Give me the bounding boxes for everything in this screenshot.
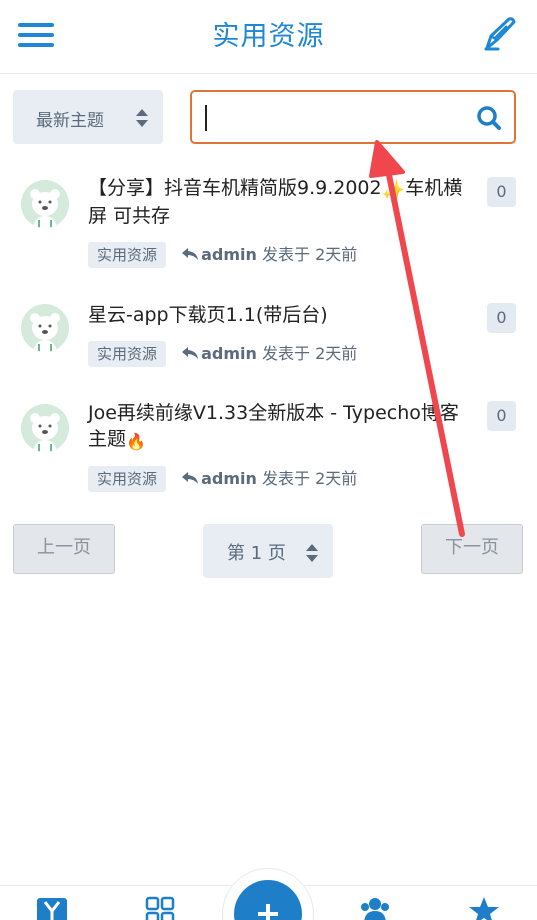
category-tag[interactable]: 实用资源: [88, 341, 167, 367]
post-time: 发表于 2天前: [262, 245, 358, 264]
sort-label: 最新主题: [36, 111, 104, 131]
topic-meta-info: admin 发表于 2天前: [181, 466, 357, 492]
sparkles-icon: ✨: [381, 179, 406, 201]
category-tag[interactable]: 实用资源: [88, 466, 167, 492]
users-icon[interactable]: [359, 896, 391, 920]
reply-count-badge: 0: [487, 401, 516, 431]
app-root: 实用资源 最新主题 【分享】抖音车机精简版9.9.2002✨车机横屏 可共存 0…: [0, 0, 537, 920]
reply-arrow-icon: [182, 347, 199, 359]
fab-container: [222, 868, 314, 920]
prev-page-button[interactable]: 上一页: [13, 524, 115, 574]
reply-count-badge: 0: [487, 303, 516, 333]
next-page-button[interactable]: 下一页: [421, 524, 523, 574]
post-time: 发表于 2天前: [262, 344, 358, 363]
category-tag[interactable]: 实用资源: [88, 242, 167, 268]
topic-meta: 实用资源 admin 发表于 2天前: [88, 242, 357, 268]
fire-icon: 🔥: [126, 432, 146, 451]
plus-icon[interactable]: [234, 880, 302, 920]
reply-arrow-icon: [182, 472, 199, 484]
logo-icon[interactable]: [36, 896, 68, 920]
topic-title[interactable]: Joe再续前缘V1.33全新版本 - Typecho博客主题🔥: [88, 400, 473, 455]
author-link[interactable]: admin: [201, 344, 257, 363]
pen-icon[interactable]: [483, 16, 517, 52]
topic-title[interactable]: 星云-app下载页1.1(带后台): [88, 302, 473, 328]
page-title: 实用资源: [212, 21, 325, 52]
search-box[interactable]: [190, 90, 516, 144]
topic-title[interactable]: 【分享】抖音车机精简版9.9.2002✨车机横屏 可共存: [88, 175, 473, 229]
avatar[interactable]: [21, 304, 69, 352]
sort-select[interactable]: 最新主题: [13, 90, 163, 144]
star-icon[interactable]: [468, 896, 500, 920]
topic-item[interactable]: Joe再续前缘V1.33全新版本 - Typecho博客主题🔥 0 实用资源 a…: [0, 395, 537, 505]
grid-icon[interactable]: [144, 896, 176, 920]
reply-count-badge: 0: [487, 177, 516, 207]
sort-updown-icon: [136, 109, 148, 127]
page-updown-icon: [306, 544, 318, 562]
topic-meta-info: admin 发表于 2天前: [181, 341, 357, 367]
topic-meta: 实用资源 admin 发表于 2天前: [88, 341, 357, 367]
topic-meta: 实用资源 admin 发表于 2天前: [88, 466, 357, 492]
avatar[interactable]: [21, 180, 69, 228]
page-select[interactable]: 第 1 页: [203, 524, 333, 578]
topic-meta-info: admin 发表于 2天前: [181, 242, 357, 268]
avatar[interactable]: [21, 404, 69, 452]
post-time: 发表于 2天前: [262, 469, 358, 488]
page-select-label: 第 1 页: [227, 543, 286, 564]
top-header: 实用资源: [0, 0, 537, 74]
topic-item[interactable]: 【分享】抖音车机精简版9.9.2002✨车机横屏 可共存 0 实用资源 admi…: [0, 170, 537, 280]
search-input[interactable]: [202, 100, 462, 134]
author-link[interactable]: admin: [201, 469, 257, 488]
topic-item[interactable]: 星云-app下载页1.1(带后台) 0 实用资源 admin 发表于 2天前: [0, 292, 537, 382]
reply-arrow-icon: [182, 248, 199, 260]
search-icon[interactable]: [476, 105, 502, 131]
author-link[interactable]: admin: [201, 245, 257, 264]
topic-title-text: 【分享】抖音车机精简版9.9.2002: [88, 177, 382, 199]
